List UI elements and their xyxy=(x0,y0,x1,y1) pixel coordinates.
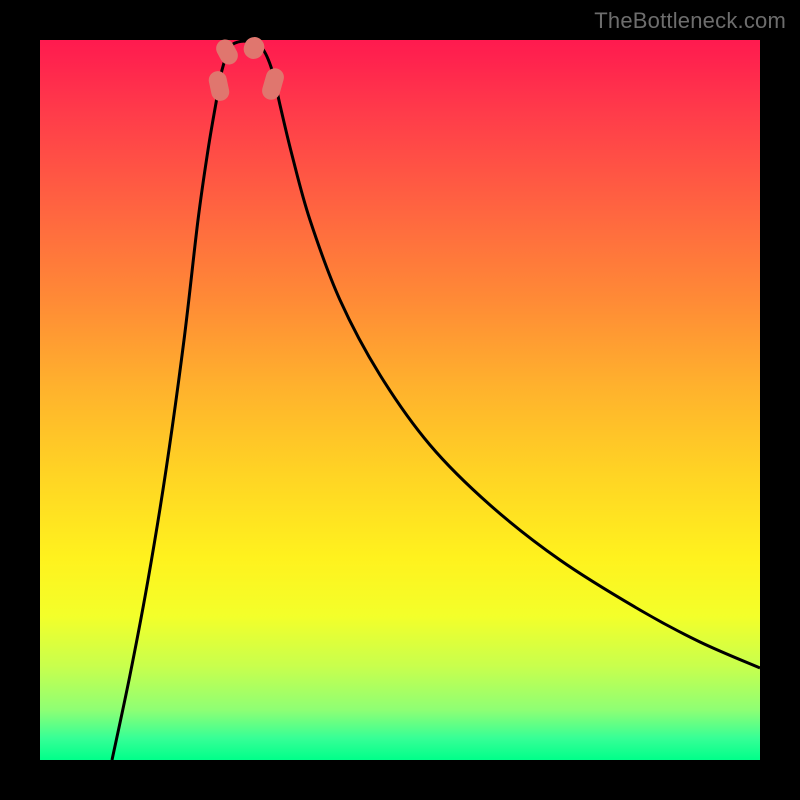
chart-frame: TheBottleneck.com xyxy=(0,0,800,800)
chart-svg xyxy=(40,40,760,760)
chart-plot-area xyxy=(40,40,760,760)
bottom-left-dot xyxy=(207,69,231,102)
bottom-center-right-dot xyxy=(241,34,267,62)
watermark-text: TheBottleneck.com xyxy=(594,8,786,34)
marker-group xyxy=(207,34,286,102)
bottom-right-dot xyxy=(260,66,286,102)
bottleneck-curve xyxy=(112,41,760,760)
